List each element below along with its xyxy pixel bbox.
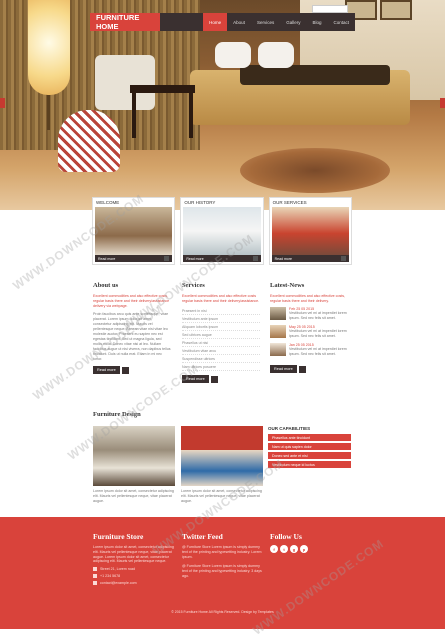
- arrow-icon: [340, 256, 346, 261]
- service-item[interactable]: Praesent in nisi: [182, 307, 260, 315]
- hide-rug: [240, 148, 390, 193]
- footer-phone: +1 234 5678: [93, 574, 175, 579]
- news-item[interactable]: Feb 25 05 2015 Vestibulum vel mi at imper…: [270, 307, 352, 321]
- news-text: Vestibulum vel mi at imperdiet lorem ips…: [289, 347, 347, 356]
- service-item[interactable]: Vestibulum ante ipsum: [182, 315, 260, 323]
- news-intro: Excellent commodities and also effective…: [270, 294, 346, 303]
- arrow-icon: [164, 256, 170, 261]
- lamp-pole: [47, 95, 50, 130]
- news-text: Vestibulum vel mi at imperdiet lorem ips…: [289, 311, 347, 320]
- arrow-icon: [252, 256, 258, 261]
- wall-frame: [380, 0, 412, 20]
- footer-store-title: Furniture Store: [93, 532, 144, 541]
- hero-banner: [0, 0, 445, 210]
- twitter-icon[interactable]: t: [280, 545, 288, 553]
- nav-home[interactable]: Home: [203, 13, 228, 31]
- woven-stool: [58, 110, 120, 172]
- card-title: OUR SERVICES: [272, 200, 307, 205]
- table-leg: [132, 93, 136, 138]
- location-icon: [93, 567, 97, 572]
- service-item[interactable]: Vestibulum vitae arcu: [182, 347, 260, 355]
- footer-address: Street 21, Lorem road: [93, 567, 175, 572]
- nav-about[interactable]: About: [227, 13, 251, 31]
- news-thumbnail: [270, 343, 286, 356]
- pillow: [258, 42, 294, 68]
- news-read-more-button[interactable]: Read more: [270, 365, 297, 373]
- address-text: Street 21, Lorem road: [100, 567, 135, 572]
- service-item[interactable]: Phasellus ut nisi: [182, 339, 260, 347]
- capability-item[interactable]: Donec sed ante et nisi: [268, 452, 351, 459]
- arrow-icon: [298, 365, 306, 373]
- facebook-icon[interactable]: f: [270, 545, 278, 553]
- news-thumbnail: [270, 325, 286, 338]
- fur-blanket: [240, 65, 390, 85]
- google-plus-icon[interactable]: g: [290, 545, 298, 553]
- pinterest-icon[interactable]: p: [300, 545, 308, 553]
- copyright: © 2015 Furniture Home All Rights Reserve…: [171, 610, 274, 614]
- arrow-icon: [210, 375, 218, 383]
- main-nav: FURNITURE HOME Home About Services Galle…: [90, 13, 355, 31]
- news-item[interactable]: May 25 05 2015 Vestibulum vel mi at imper…: [270, 325, 352, 339]
- capability-item[interactable]: Nam ut quis sapien dolor: [268, 443, 351, 450]
- table-leg: [189, 93, 193, 138]
- capabilities-title: OUR CAPABILITIES: [268, 426, 311, 431]
- card-image: [271, 207, 349, 255]
- arrow-icon: [121, 366, 129, 374]
- nav-services[interactable]: Services: [251, 13, 280, 31]
- email-link[interactable]: contact@example.com: [100, 581, 137, 585]
- news-thumbnail: [270, 307, 286, 320]
- tweet: @ Furniture Store Lorem ipsum is simply …: [182, 564, 262, 578]
- news-title: Latest-News: [270, 282, 305, 289]
- phone-text: +1 234 5678: [100, 574, 121, 579]
- tweet: @ Furniture Store Lorem ipsum is simply …: [182, 545, 262, 559]
- slider-prev-arrow[interactable]: [0, 98, 5, 108]
- pillow: [215, 42, 251, 68]
- card-footer[interactable]: Read more: [95, 255, 173, 262]
- side-table: [130, 85, 195, 93]
- chair: [95, 55, 155, 110]
- card-title: OUR HISTORY: [184, 200, 216, 205]
- nav-gallery[interactable]: Gallery: [280, 13, 306, 31]
- floor-lamp: [28, 0, 70, 95]
- card-link[interactable]: Read more: [98, 257, 115, 261]
- service-item[interactable]: Aliquam lobortis ipsum: [182, 323, 260, 331]
- menu: Home About Services Gallery Blog Contact: [203, 13, 355, 31]
- twitter-feed: @ Furniture Store Lorem ipsum is simply …: [182, 545, 264, 579]
- footer-follow-title: Follow Us: [270, 532, 302, 541]
- services-intro: Excellent commodities and also effective…: [182, 294, 260, 303]
- nav-blog[interactable]: Blog: [306, 13, 327, 31]
- search-input[interactable]: [312, 5, 348, 13]
- slider-next-arrow[interactable]: [440, 98, 445, 108]
- about-title: About us: [93, 282, 119, 289]
- card-footer[interactable]: Read more: [271, 255, 349, 262]
- about-read-more-button[interactable]: Read more: [93, 366, 120, 374]
- card-services: OUR SERVICES Read more: [268, 197, 352, 265]
- service-item[interactable]: Sed ultrices augue: [182, 331, 260, 339]
- mail-icon: [93, 581, 97, 586]
- card-link[interactable]: Read more: [186, 257, 203, 261]
- nav-contact[interactable]: Contact: [327, 13, 355, 31]
- news-text: Vestibulum vel mi at imperdiet lorem ips…: [289, 329, 347, 338]
- footer-email: contact@example.com: [93, 581, 175, 586]
- capability-item[interactable]: Phasellus ante tincidunt: [268, 434, 351, 441]
- card-link[interactable]: Read more: [275, 257, 292, 261]
- news-item[interactable]: Jan 25 05 2015 Vestibulum vel mi at imper…: [270, 343, 352, 357]
- design-caption: Lorem ipsum dolor sit amet, consectetur …: [93, 489, 174, 503]
- social-links: f t g p: [270, 545, 308, 553]
- site-logo[interactable]: FURNITURE HOME: [90, 13, 160, 31]
- phone-icon: [93, 574, 97, 579]
- news-section: Latest-News Excellent commodities and al…: [270, 282, 352, 373]
